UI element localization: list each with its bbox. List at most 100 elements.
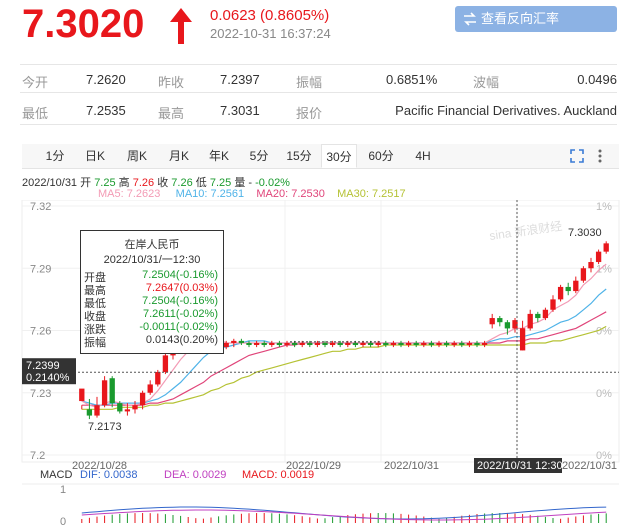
tooltip-key: 振幅 — [84, 337, 106, 349]
ma30-value: MA30: 7.2517 — [337, 188, 406, 200]
timestamp: 2022-10-31 16:37:24 — [210, 26, 331, 41]
tooltip-value: 7.2647(0.03%) — [145, 282, 218, 294]
high-annotation: 7.3030 — [568, 227, 602, 239]
tooltip-row: 收盘 7.2611(-0.02%) — [84, 308, 218, 323]
tooltip-value: 7.2504(-0.16%) — [142, 295, 218, 307]
macd-dif: DIF: 0.0038 — [80, 469, 137, 481]
stat-label-prev-close: 昨收 — [158, 75, 185, 90]
candle-body — [109, 378, 115, 404]
candle-body — [299, 342, 305, 346]
candle-body — [375, 342, 381, 346]
up-arrow-icon — [170, 8, 192, 44]
candle-body — [367, 342, 374, 346]
candle-body — [459, 342, 465, 346]
macd-dea: DEA: 0.0029 — [164, 469, 226, 481]
more-options-icon[interactable] — [597, 148, 603, 164]
tab-year[interactable]: 年K — [204, 144, 234, 168]
candle-body — [504, 322, 511, 329]
tab-month[interactable]: 月K — [164, 144, 194, 168]
candle-body — [117, 403, 123, 412]
candle-body — [101, 380, 108, 406]
tooltip-value: 0.0143(0.20%) — [145, 334, 218, 346]
candle-body — [481, 342, 488, 346]
tooltip-value: -0.0011(-0.02%) — [139, 321, 218, 333]
stat-value-range: 0.0496 — [577, 72, 617, 87]
stat-value-quote: Pacific Financial Derivatives. Auckland — [395, 103, 617, 118]
tab-day[interactable]: 日K — [80, 144, 110, 168]
swap-icon — [464, 12, 476, 26]
crosshair-price: 7.2399 — [26, 360, 60, 372]
tab-4h[interactable]: 4H — [408, 144, 438, 168]
tab-15min[interactable]: 15分 — [282, 144, 316, 168]
tooltip-row: 涨跌 -0.0011(-0.02%) — [84, 321, 218, 336]
candle-body — [276, 342, 283, 346]
candle-body — [535, 313, 541, 319]
period-tabs: 1分 日K 周K 月K 年K 5分 15分 30分 60分 4H — [22, 144, 619, 169]
y-tick-label: 7.2 — [30, 450, 45, 462]
info-date: 2022/10/31 — [22, 177, 78, 189]
candle-body — [86, 409, 93, 416]
candle-body — [261, 342, 267, 346]
tab-60min[interactable]: 60分 — [364, 144, 398, 168]
fullscreen-icon[interactable] — [570, 149, 584, 163]
candle-body — [489, 318, 495, 325]
pct-tick-label: 1% — [596, 263, 612, 275]
stat-value-high: 7.3031 — [220, 103, 260, 118]
ma5-value: MA5: 7.2623 — [98, 188, 161, 200]
candle-body — [360, 342, 366, 346]
candle-body — [291, 342, 298, 346]
candle-body — [595, 251, 602, 263]
candle-body — [307, 342, 313, 346]
candle-tooltip: 在岸人民币 2022/10/31/一12:30 开盘 7.2504(-0.16%)… — [80, 230, 224, 354]
info-open-label: 开 — [80, 177, 92, 189]
tab-5min[interactable]: 5分 — [244, 144, 274, 168]
tooltip-value: 7.2611(-0.02%) — [142, 308, 218, 320]
candle-body — [94, 405, 100, 416]
divider — [20, 64, 617, 65]
stat-value-low: 7.2535 — [86, 103, 126, 118]
macd-axis-bottom: 0 — [60, 516, 66, 528]
tab-30min[interactable]: 30分 — [321, 144, 357, 168]
candle-body — [79, 388, 85, 402]
stat-label-low: 最低 — [22, 106, 49, 121]
tab-1min[interactable]: 1分 — [40, 144, 70, 168]
candle-body — [519, 328, 526, 351]
candle-body — [474, 342, 480, 346]
tooltip-title: 在岸人民币 — [124, 239, 180, 251]
macd-axis-top: 1 — [60, 484, 66, 496]
ma20-value: MA20: 7.2530 — [256, 188, 325, 200]
divider — [20, 124, 617, 125]
reverse-rate-button[interactable]: 查看反向汇率 CNYUSD — [455, 6, 617, 52]
candle-body — [390, 342, 397, 346]
stat-value-prev-close: 7.2397 — [220, 72, 260, 87]
y-tick-label: 7.26 — [30, 326, 51, 338]
low-annotation: 7.2173 — [88, 421, 122, 433]
candle-body — [139, 392, 146, 406]
candle-body — [147, 384, 153, 393]
tooltip-row: 振幅 0.0143(0.20%) — [84, 334, 218, 349]
price-change: 0.0623 (0.8605%) — [210, 7, 330, 24]
macd-value: MACD: 0.0019 — [242, 469, 314, 481]
candle-body — [314, 342, 321, 346]
candle-body — [428, 342, 435, 346]
candle-body — [466, 342, 473, 346]
y-tick-label: 7.32 — [30, 201, 51, 213]
candle-body — [238, 340, 245, 343]
ma10-value: MA10: 7.2561 — [175, 188, 245, 200]
candle-body — [603, 243, 609, 252]
candle-body — [588, 262, 594, 269]
candle-body — [223, 342, 229, 348]
tooltip-row: 最低 7.2504(-0.16%) — [84, 295, 218, 310]
candle-body — [337, 342, 343, 346]
stat-label-open: 今开 — [22, 75, 49, 90]
candle-body — [231, 340, 237, 343]
tooltip-date: 2022/10/31/一12:30 — [103, 254, 201, 266]
tooltip-row: 最高 7.2647(0.03%) — [84, 282, 218, 297]
crosshair-time: 2022/10/31 12:30 — [477, 460, 563, 472]
stat-label-amplitude: 振幅 — [296, 75, 323, 90]
candle-body — [132, 405, 138, 410]
tab-week[interactable]: 周K — [122, 144, 152, 168]
candle-body — [383, 342, 389, 346]
candle-body — [436, 342, 442, 346]
candle-body — [580, 268, 587, 281]
